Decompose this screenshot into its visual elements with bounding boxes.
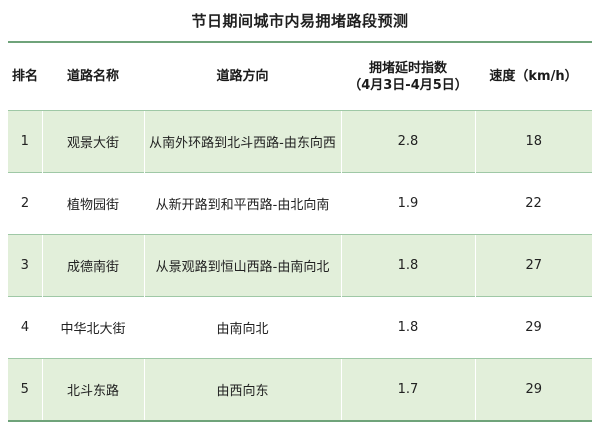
- cell-speed: 29: [475, 296, 592, 359]
- cell-direction: 从南外环路到北斗西路-由东向西: [143, 110, 341, 173]
- cell-road-name: 观景大街: [41, 110, 144, 173]
- cell-road-name: 中华北大街: [42, 296, 144, 359]
- header-congestion-index: 拥堵延时指数 （4月3日-4月5日）: [341, 43, 475, 111]
- cell-rank: 4: [8, 296, 42, 359]
- page-title: 节日期间城市内易拥堵路段预测: [191, 12, 409, 30]
- cell-speed: 27: [474, 234, 592, 297]
- cell-direction: 由西向东: [143, 358, 341, 422]
- table-row: 3 成德南街 从景观路到恒山西路-由南向北 1.8 27: [8, 234, 592, 297]
- table-row: 1 观景大街 从南外环路到北斗西路-由东向西 2.8 18: [8, 110, 592, 173]
- table-row: 5 北斗东路 由西向东 1.7 29: [8, 358, 592, 422]
- cell-rank: 2: [8, 172, 42, 235]
- cell-congestion-index: 2.8: [340, 110, 475, 173]
- cell-speed: 18: [474, 110, 592, 173]
- cell-road-name: 植物园街: [42, 172, 144, 235]
- cell-speed: 22: [475, 172, 592, 235]
- header-speed: 速度（km/h）: [489, 69, 578, 84]
- header-congestion-index-label: 拥堵延时指数: [368, 60, 447, 76]
- table-header-row: 排名 道路名称 道路方向 拥堵延时指数 （4月3日-4月5日） 速度（km/h）: [8, 43, 592, 111]
- cell-rank: 3: [8, 234, 42, 297]
- cell-direction: 从景观路到恒山西路-由南向北: [143, 234, 341, 297]
- table-row: 2 植物园街 从新开路到和平西路-由北向南 1.9 22: [8, 172, 592, 235]
- header-direction: 道路方向: [216, 69, 269, 84]
- cell-congestion-index: 1.9: [341, 172, 475, 235]
- cell-congestion-index: 1.8: [341, 296, 475, 359]
- cell-speed: 29: [474, 358, 592, 422]
- header-road-name: 道路名称: [66, 69, 119, 84]
- cell-rank: 5: [8, 358, 42, 422]
- header-rank: 排名: [11, 69, 38, 84]
- cell-road-name: 成德南街: [41, 234, 144, 297]
- congestion-forecast-page: 节日期间城市内易拥堵路段预测 排名 道路名称 道路方向 拥堵延时指数 （4月3日…: [0, 0, 600, 441]
- cell-direction: 由南向北: [144, 296, 341, 359]
- table-body: 1 观景大街 从南外环路到北斗西路-由东向西 2.8 18 2 植物园街 从新开…: [8, 110, 592, 422]
- cell-direction: 从新开路到和平西路-由北向南: [144, 172, 341, 235]
- congestion-table: 排名 道路名称 道路方向 拥堵延时指数 （4月3日-4月5日） 速度（km/h）…: [8, 43, 592, 422]
- table-row: 4 中华北大街 由南向北 1.8 29: [8, 296, 592, 359]
- cell-rank: 1: [8, 110, 42, 173]
- cell-congestion-index: 1.8: [340, 234, 475, 297]
- cell-road-name: 北斗东路: [41, 358, 144, 422]
- table-header: 排名 道路名称 道路方向 拥堵延时指数 （4月3日-4月5日） 速度（km/h）: [8, 43, 592, 111]
- header-congestion-index-dates: （4月3日-4月5日）: [348, 77, 468, 93]
- cell-congestion-index: 1.7: [340, 358, 475, 422]
